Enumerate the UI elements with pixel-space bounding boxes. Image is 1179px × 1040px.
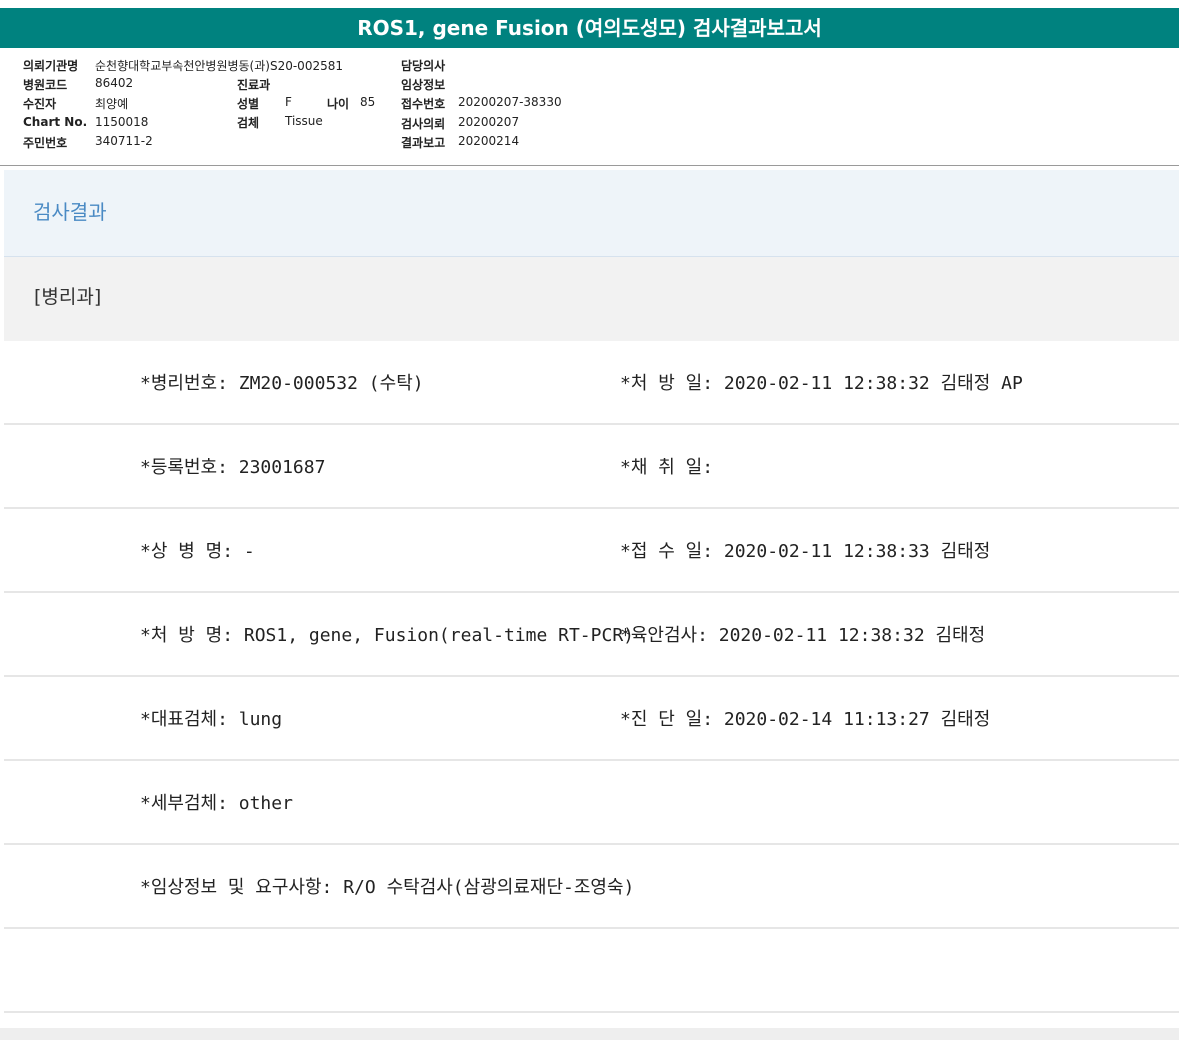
info-label: 병원코드 (23, 78, 68, 92)
bottom-bar (0, 1028, 1179, 1040)
row-left-field: *상 병 명: - (140, 541, 255, 562)
row-right-field: *진 단 일: 2020-02-14 11:13:27 김태정 (620, 709, 991, 730)
info-value: F (285, 95, 292, 109)
row-left-field: *임상정보 및 요구사항: R/O 수탁검사(삼광의료재단-조영숙) (140, 877, 635, 898)
info-label: Chart No. (23, 115, 88, 129)
result-row: *대표검체: lung *진 단 일: 2020-02-14 11:13:27 김… (4, 677, 1179, 761)
row-left-field: *처 방 명: ROS1, gene, Fusion(real-time RT-… (140, 625, 634, 646)
row-right-field: *육안검사: 2020-02-11 12:38:32 김태정 (620, 625, 986, 646)
info-value: 20200207 (458, 115, 520, 129)
result-row: *병리번호: ZM20-000532 (수탁) *처 방 일: 2020-02-1… (4, 341, 1179, 425)
row-left-field: *등록번호: 23001687 (140, 457, 326, 478)
info-value: 85 (360, 95, 376, 109)
info-label: 수진자 (23, 97, 57, 111)
result-row: *등록번호: 23001687 *채 취 일: (4, 425, 1179, 509)
info-label: 담당의사 (401, 59, 446, 73)
row-right-field: *처 방 일: 2020-02-11 12:38:32 김태정 AP (620, 373, 1023, 394)
info-value: 최양예 (95, 97, 129, 111)
info-label: 주민번호 (23, 136, 68, 150)
row-left-field: *세부검체: other (140, 793, 293, 814)
info-value: 86402 (95, 76, 134, 90)
report-title: ROS1, gene Fusion (여의도성모) 검사결과보고서 (0, 8, 1179, 48)
info-value: 20200207-38330 (458, 95, 562, 109)
info-value: 20200214 (458, 134, 520, 148)
info-value: 1150018 (95, 115, 149, 129)
row-left-field: *병리번호: ZM20-000532 (수탁) (140, 373, 424, 394)
info-label: 나이 (327, 97, 350, 111)
result-row: *임상정보 및 요구사항: R/O 수탁검사(삼광의료재단-조영숙) (4, 845, 1179, 929)
patient-info: 의뢰기관명 순천향대학교부속천안병원병동(과)S20-002581 병원코드 8640… (0, 48, 1179, 166)
info-label: 의뢰기관명 (23, 59, 79, 73)
info-value: 순천향대학교부속천안병원병동(과)S20-002581 (95, 59, 343, 73)
result-row (4, 929, 1179, 1013)
info-value: 340711-2 (95, 134, 153, 148)
group-title: [병리과] (4, 257, 1179, 341)
info-label: 진료과 (237, 78, 271, 92)
result-row: *상 병 명: - *접 수 일: 2020-02-11 12:38:33 김태정 (4, 509, 1179, 593)
row-right-field: *접 수 일: 2020-02-11 12:38:33 김태정 (620, 541, 991, 562)
info-label: 임상정보 (401, 78, 446, 92)
info-label: 접수번호 (401, 97, 446, 111)
result-row: *세부검체: other (4, 761, 1179, 845)
section-title: 검사결과 (4, 170, 1179, 257)
info-label: 결과보고 (401, 136, 446, 150)
info-label: 검사의뢰 (401, 117, 446, 131)
info-label: 성별 (237, 97, 260, 111)
row-left-field: *대표검체: lung (140, 709, 283, 730)
info-value: Tissue (285, 114, 323, 128)
info-label: 검체 (237, 116, 260, 130)
row-right-field: *채 취 일: (620, 457, 714, 478)
result-row: *처 방 명: ROS1, gene, Fusion(real-time RT-… (4, 593, 1179, 677)
